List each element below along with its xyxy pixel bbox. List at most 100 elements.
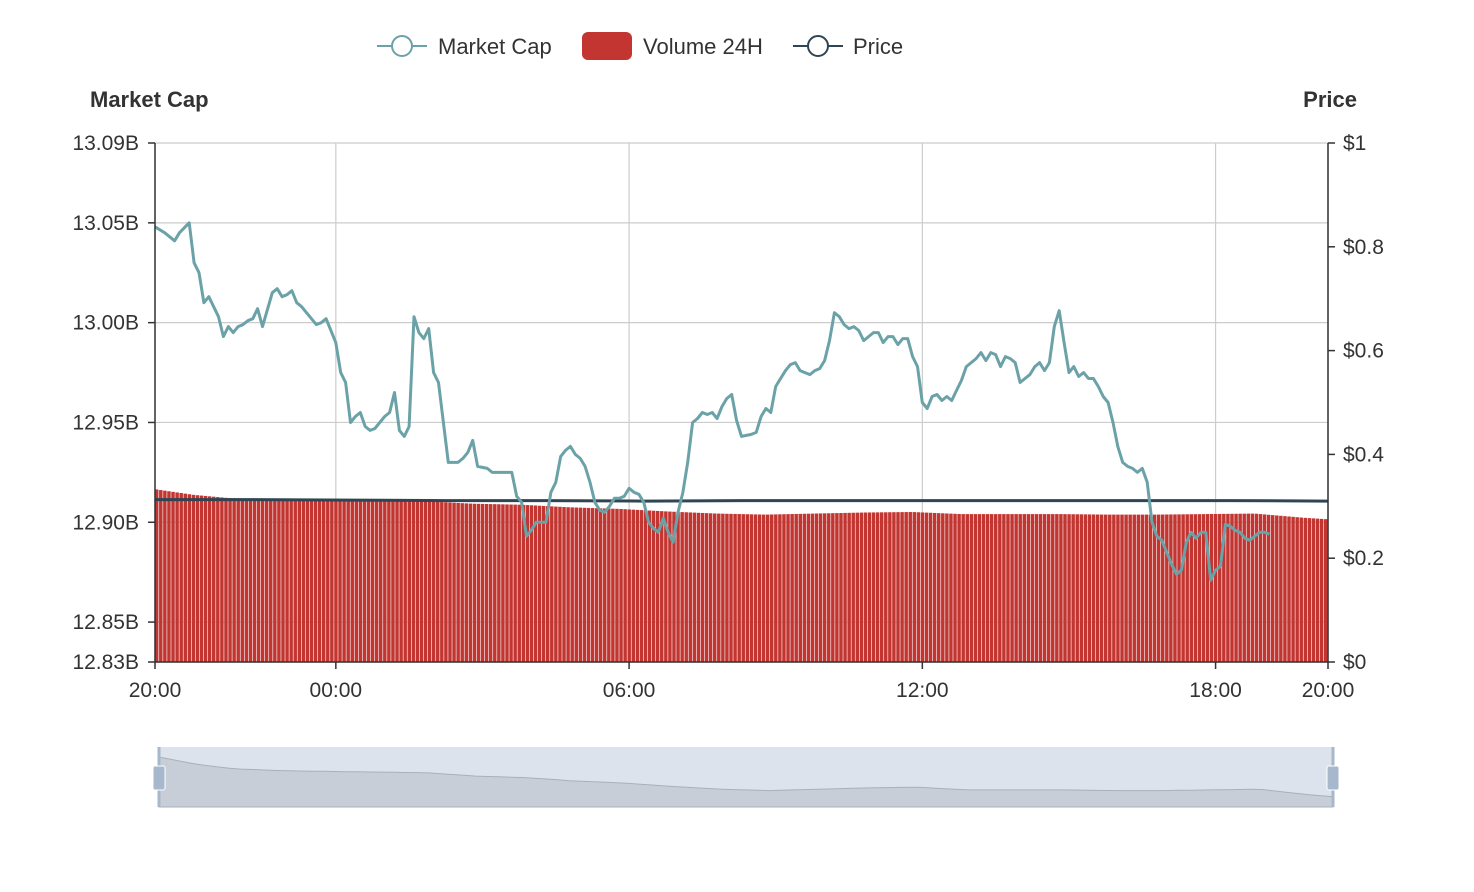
volume-bar	[945, 513, 949, 662]
volume-bar	[643, 510, 648, 662]
volume-bar	[737, 514, 741, 662]
volume-bar	[1323, 519, 1328, 662]
volume-bar	[721, 513, 725, 662]
volume-bar	[900, 512, 904, 662]
volume-bar	[770, 514, 774, 662]
volume-bar	[505, 504, 509, 662]
volume-bar	[293, 499, 297, 662]
volume-bar	[448, 502, 452, 662]
volume-bar	[488, 504, 493, 662]
volume-bar	[317, 500, 322, 662]
volume-bar	[904, 512, 908, 662]
volume-bar	[1173, 514, 1177, 662]
volume-bar	[1295, 517, 1299, 662]
volume-bar	[708, 513, 713, 662]
volume-bar	[427, 501, 432, 662]
volume-bar	[611, 508, 615, 662]
volume-bar	[704, 513, 709, 662]
volume-bar	[321, 500, 326, 662]
volume-bar	[191, 494, 196, 662]
volume-bar	[1116, 514, 1120, 662]
volume-bar	[1209, 514, 1214, 662]
volume-bar	[786, 514, 790, 662]
volume-bar	[1136, 514, 1141, 662]
volume-bar	[741, 514, 745, 662]
volume-bar	[541, 505, 546, 662]
volume-bar	[264, 499, 269, 662]
volume-bar	[501, 504, 505, 662]
volume-bar	[578, 507, 583, 662]
volume-bar	[207, 496, 212, 662]
volume-bar	[216, 497, 220, 662]
volume-bar	[1128, 514, 1132, 662]
volume-bar	[537, 505, 542, 662]
volume-bar	[240, 498, 245, 662]
left-axis-title: Market Cap	[90, 87, 209, 112]
left-axis-tick-label: 12.83B	[72, 651, 139, 674]
volume-bar	[1046, 514, 1051, 662]
volume-bar	[778, 514, 782, 662]
right-axis-tick-label: $0.4	[1343, 443, 1384, 466]
left-axis-tick-label: 12.85B	[72, 611, 139, 634]
legend-item-volume[interactable]: Volume 24H	[582, 32, 763, 60]
volume-bar	[790, 514, 794, 662]
volume-bar	[1095, 514, 1100, 662]
volume-bar	[1067, 514, 1071, 662]
volume-bar	[700, 512, 705, 662]
legend-item-market-cap[interactable]: Market Cap	[377, 34, 552, 59]
volume-bar	[696, 512, 701, 662]
volume-bar	[374, 500, 379, 662]
volume-bar	[835, 513, 839, 662]
volume-bar	[1030, 514, 1035, 662]
volume-bar	[725, 513, 729, 662]
volume-bar	[782, 514, 786, 662]
zoom-right-grip-icon[interactable]	[1326, 765, 1340, 791]
volume-bar	[252, 498, 257, 662]
legend-price-circle-icon	[807, 35, 829, 57]
volume-bar	[684, 512, 688, 662]
volume-bar	[228, 498, 232, 662]
volume-bar	[236, 498, 240, 662]
right-axis-tick-label: $0.2	[1343, 547, 1384, 570]
right-axis-tick-label: $1	[1343, 132, 1366, 155]
volume-bar	[220, 497, 224, 662]
volume-bar	[297, 499, 302, 662]
volume-bar	[875, 512, 880, 662]
volume-bar	[1071, 514, 1075, 662]
volume-bar	[1120, 514, 1124, 662]
volume-bar	[985, 514, 990, 662]
volume-bar	[977, 514, 982, 662]
volume-bar	[1083, 514, 1088, 662]
volume-bar	[1213, 513, 1218, 662]
volume-bar	[285, 499, 289, 662]
x-axis-tick-label: 00:00	[310, 679, 363, 702]
volume-bar	[1103, 514, 1108, 662]
volume-bar	[619, 509, 623, 662]
chart: Market Cap Volume 24H Price Market Cap P…	[72, 32, 1384, 808]
volume-bar	[354, 500, 359, 662]
volume-bar	[998, 514, 1002, 662]
volume-bar	[468, 503, 473, 662]
right-axis-tick-label: $0	[1343, 651, 1366, 674]
volume-bar	[305, 499, 310, 662]
right-axis-tick-label: $0.6	[1343, 340, 1384, 363]
volume-bar	[212, 496, 216, 662]
volume-bar	[509, 504, 513, 662]
volume-bar	[729, 513, 733, 662]
volume-bar	[932, 512, 937, 662]
volume-bar	[1079, 514, 1084, 662]
volume-bar	[765, 514, 770, 662]
volume-bar	[1161, 514, 1165, 662]
volume-bar	[175, 492, 179, 662]
zoom-slider[interactable]	[152, 747, 1340, 808]
left-axis-tick-label: 13.00B	[72, 312, 139, 335]
volume-bar	[598, 508, 603, 662]
volume-bar	[199, 495, 204, 662]
legend-item-price[interactable]: Price	[793, 34, 903, 59]
volume-bar	[749, 514, 754, 662]
volume-bar	[664, 511, 668, 662]
volume-bar	[973, 514, 978, 662]
volume-bar	[1307, 518, 1312, 662]
volume-bar	[676, 511, 680, 662]
zoom-left-grip-icon[interactable]	[152, 765, 166, 791]
